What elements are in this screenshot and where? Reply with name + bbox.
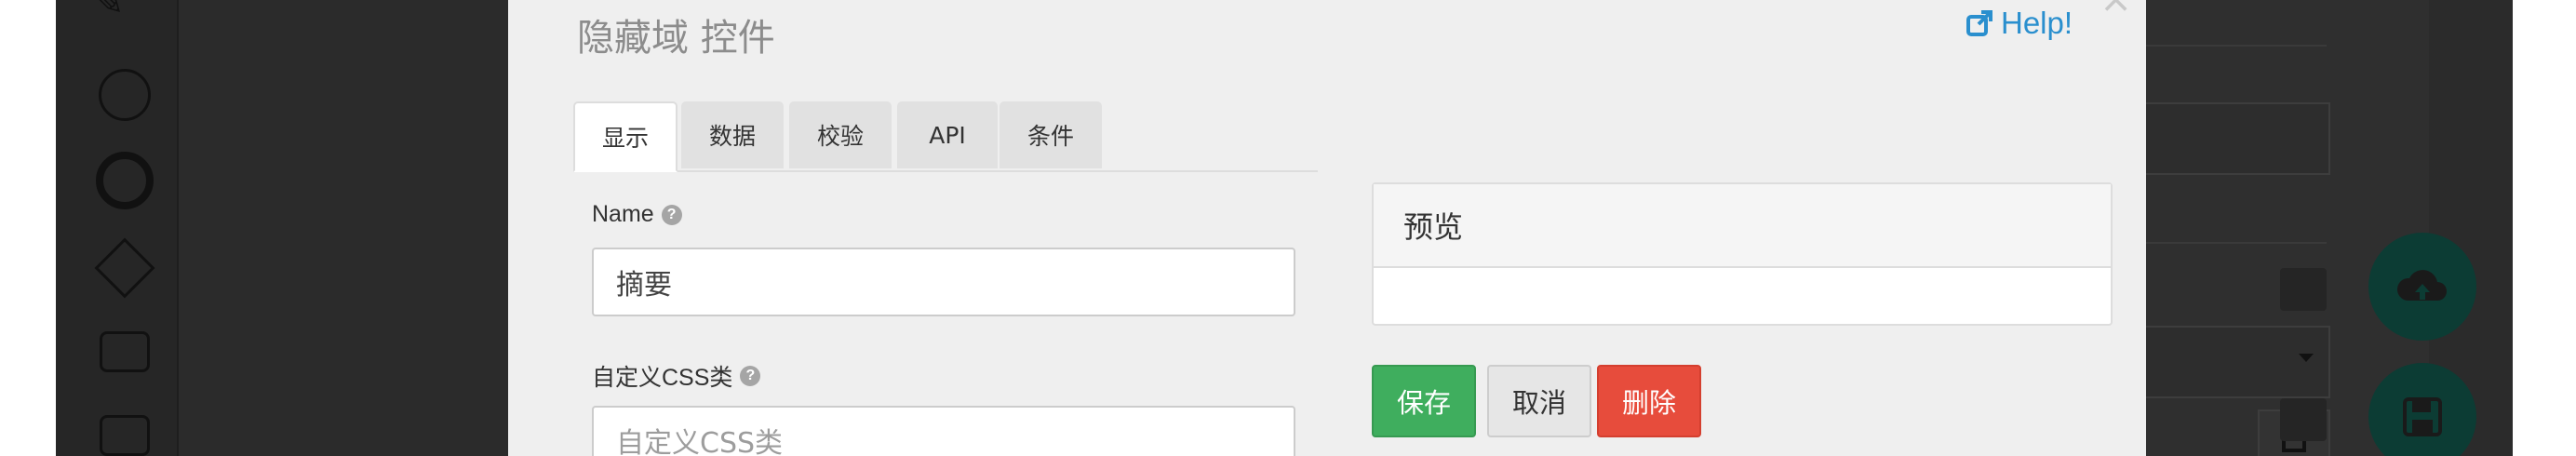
css-class-label-text: 自定义CSS类 bbox=[592, 365, 733, 391]
question-circle-icon[interactable]: ? bbox=[661, 204, 682, 225]
caret-down-icon bbox=[2299, 354, 2314, 362]
upload-button[interactable] bbox=[2368, 233, 2476, 341]
service-task-icon bbox=[100, 415, 150, 456]
save-button[interactable]: 保存 bbox=[1372, 365, 1476, 437]
component-settings-modal: 隐藏域 控件 × Help! 显示 数据 校验 API 条件 Name ? 摘要… bbox=[508, 0, 2146, 456]
settings-tabs: 显示 数据 校验 API 条件 bbox=[573, 101, 1318, 172]
cancel-button[interactable]: 取消 bbox=[1487, 365, 1591, 437]
page-margin-left bbox=[0, 0, 56, 456]
external-link-icon bbox=[1966, 9, 1993, 37]
gateway-tool[interactable] bbox=[84, 227, 166, 309]
name-input[interactable]: 摘要 bbox=[592, 248, 1295, 316]
cloud-upload-icon bbox=[2396, 270, 2447, 301]
tab-data[interactable]: 数据 bbox=[681, 101, 784, 168]
question-circle-icon[interactable]: ? bbox=[740, 366, 761, 386]
panel-toggle-button[interactable] bbox=[2280, 268, 2327, 311]
preview-panel: 预览 bbox=[1372, 182, 2113, 326]
delete-button[interactable]: 删除 bbox=[1597, 365, 1701, 437]
preview-title: 预览 bbox=[1374, 184, 2111, 268]
tab-display[interactable]: 显示 bbox=[573, 101, 678, 172]
floppy-disk-icon bbox=[2403, 397, 2442, 436]
name-label-text: Name bbox=[592, 201, 654, 227]
user-task-tool[interactable] bbox=[84, 311, 166, 393]
gateway-icon bbox=[94, 237, 155, 299]
panel-toggle-button[interactable] bbox=[2280, 398, 2327, 441]
tab-conditional[interactable]: 条件 bbox=[1000, 101, 1102, 168]
help-link[interactable]: Help! bbox=[1966, 6, 2073, 41]
css-class-field-label: 自定义CSS类 ? bbox=[592, 359, 761, 393]
modal-title: 隐藏域 控件 bbox=[577, 17, 775, 60]
form-builder-backdrop: ✎ 隐藏域 控件 Help! 显示 数据 校验 API 条件 Name ? 摘要… bbox=[56, 0, 2513, 456]
close-icon[interactable]: × bbox=[2100, 0, 2132, 21]
end-event-tool[interactable] bbox=[84, 140, 166, 221]
tab-api[interactable]: API bbox=[897, 101, 998, 168]
bpmn-palette: ✎ bbox=[56, 0, 179, 456]
end-event-icon bbox=[96, 152, 154, 209]
start-event-tool[interactable] bbox=[84, 54, 166, 136]
service-task-tool[interactable] bbox=[84, 395, 166, 456]
pencil-icon[interactable]: ✎ bbox=[93, 0, 149, 24]
css-class-input[interactable]: 自定义CSS类 bbox=[592, 406, 1295, 456]
tab-validation[interactable]: 校验 bbox=[789, 101, 892, 168]
name-field-label: Name ? bbox=[592, 201, 682, 228]
user-task-icon bbox=[100, 331, 150, 372]
start-event-icon bbox=[99, 69, 151, 121]
page-margin-right bbox=[2513, 0, 2576, 456]
help-link-label: Help! bbox=[2001, 6, 2073, 40]
